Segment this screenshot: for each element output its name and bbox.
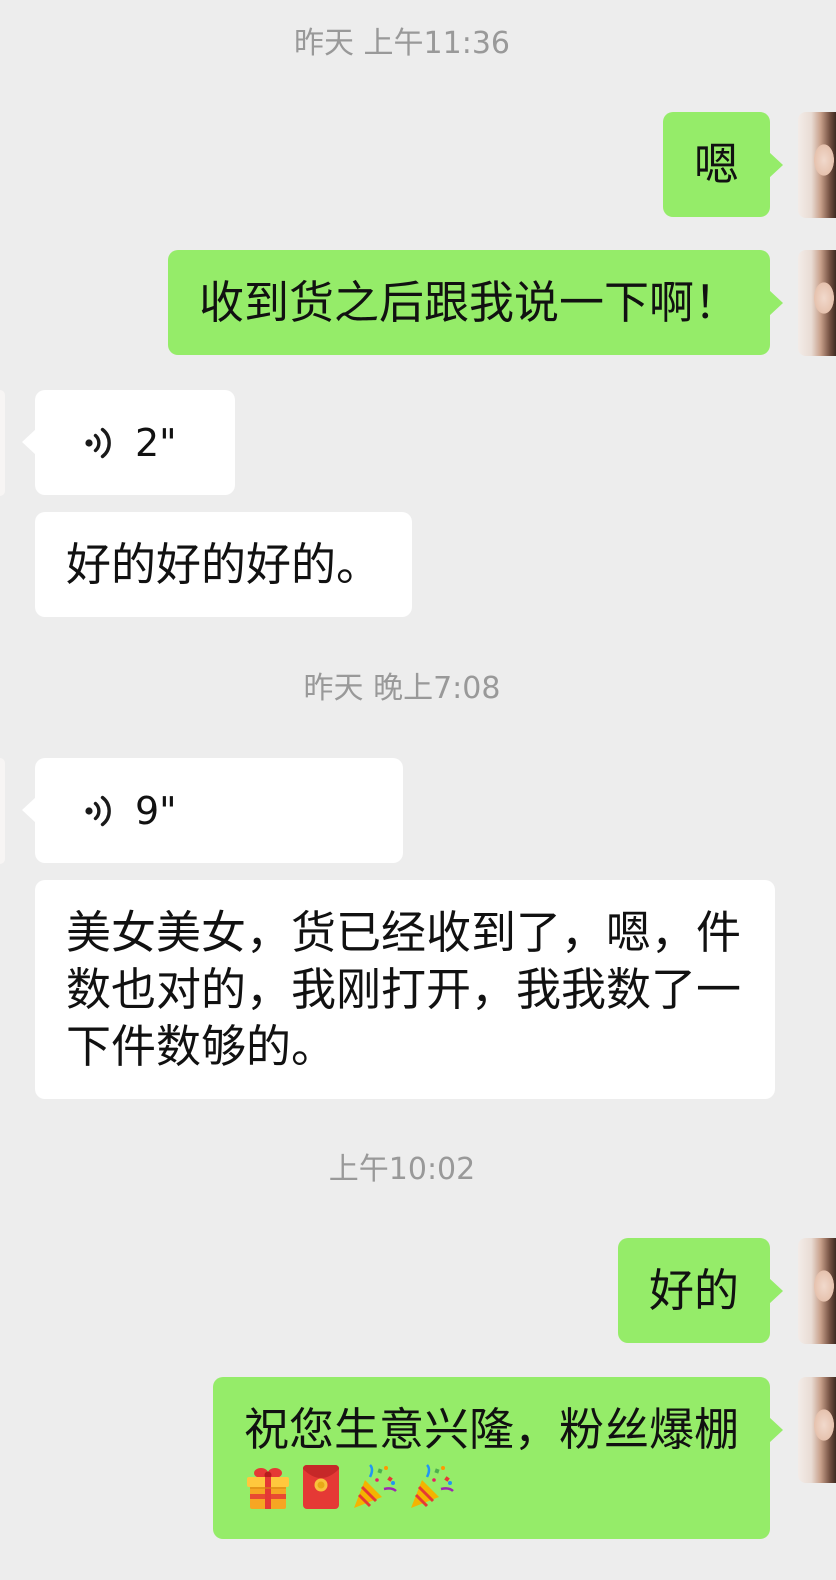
message-row-sent: 收到货之后跟我说一下啊！ <box>0 250 836 356</box>
my-avatar[interactable] <box>798 112 836 218</box>
message-row-received: 美女美女，货已经收到了，嗯，件数也对的，我刚打开，我我数了一下件数够的。 <box>0 880 836 1100</box>
received-message-bubble[interactable]: 美女美女，货已经收到了，嗯，件数也对的，我刚打开，我我数了一下件数够的。 <box>35 880 775 1099</box>
voice-duration: 9" <box>135 788 177 833</box>
contact-avatar[interactable] <box>0 390 5 496</box>
voice-message-bubble[interactable]: 9" <box>22 758 403 863</box>
voice-duration: 2" <box>135 420 177 465</box>
party-popper-icon <box>410 1463 454 1508</box>
message-row-received: 好的好的好的。 <box>0 512 836 618</box>
my-avatar[interactable] <box>798 250 836 356</box>
emoji-row <box>244 1458 739 1515</box>
voice-message-bubble[interactable]: 2" <box>22 390 235 495</box>
message-text: 美女美女，货已经收到了，嗯，件数也对的，我刚打开，我我数了一下件数够的。 <box>66 906 742 1073</box>
timestamp: 昨天 上午11:36 <box>294 26 510 61</box>
gift-icon <box>246 1467 289 1509</box>
my-avatar[interactable] <box>798 1377 836 1483</box>
message-text: 收到货之后跟我说一下啊！ <box>198 276 739 329</box>
message-row-received: 2" <box>0 390 836 496</box>
received-message-bubble[interactable]: 好的好的好的。 <box>35 512 413 617</box>
message-text: 嗯 <box>693 138 739 191</box>
message-text: 好的好的好的。 <box>66 538 382 591</box>
sent-message-bubble[interactable]: 好的 <box>617 1238 784 1343</box>
party-popper-icon <box>353 1463 397 1508</box>
my-avatar[interactable] <box>798 1238 836 1344</box>
sent-message-bubble[interactable]: 嗯 <box>662 112 784 217</box>
red-envelope-icon <box>302 1464 339 1509</box>
sent-message-bubble[interactable]: 收到货之后跟我说一下啊！ <box>167 250 784 355</box>
voice-wave-icon <box>85 795 111 826</box>
sent-message-bubble[interactable]: 祝您生意兴隆，粉丝爆棚 <box>212 1377 784 1539</box>
timestamp: 昨天 晚上7:08 <box>303 671 501 706</box>
message-row-sent: 祝您生意兴隆，粉丝爆棚 <box>0 1377 836 1539</box>
message-row-sent: 嗯 <box>0 112 836 218</box>
message-text: 祝您生意兴隆，粉丝爆棚 <box>243 1403 739 1456</box>
voice-wave-icon <box>85 427 111 458</box>
message-row-received: 9" <box>0 758 836 864</box>
contact-avatar[interactable] <box>0 758 5 864</box>
timestamp: 上午10:02 <box>328 1152 476 1187</box>
message-text: 好的 <box>648 1264 739 1317</box>
message-row-sent: 好的 <box>0 1238 836 1344</box>
